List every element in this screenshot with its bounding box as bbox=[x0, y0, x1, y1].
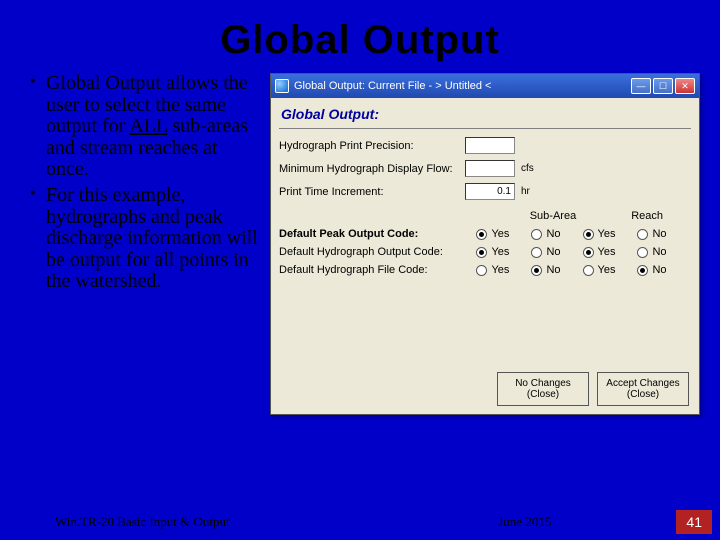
no-changes-l2: (Close) bbox=[527, 389, 559, 401]
minflow-unit: cfs bbox=[521, 163, 534, 174]
no-changes-button[interactable]: No Changes (Close) bbox=[497, 372, 589, 406]
footer-date: June 2015 bbox=[498, 514, 551, 530]
yes-label: Yes bbox=[491, 246, 509, 258]
no-label: No bbox=[652, 246, 666, 258]
window-controls: — ☐ ✕ bbox=[631, 78, 695, 94]
accept-changes-button[interactable]: Accept Changes (Close) bbox=[597, 372, 689, 406]
precision-label: Hydrograph Print Precision: bbox=[279, 140, 459, 152]
hydro-reach-no-radio[interactable] bbox=[637, 247, 648, 258]
button-bar: No Changes (Close) Accept Changes (Close… bbox=[497, 372, 689, 406]
time-row: Print Time Increment: hr bbox=[279, 183, 691, 200]
app-icon bbox=[275, 79, 289, 93]
hydro-sub-yes-radio[interactable] bbox=[476, 247, 487, 258]
divider bbox=[279, 128, 691, 129]
time-unit: hr bbox=[521, 186, 530, 197]
yes-label: Yes bbox=[491, 264, 509, 276]
accept-l1: Accept Changes bbox=[606, 378, 679, 390]
no-label: No bbox=[546, 246, 560, 258]
hydro-sub-no-radio[interactable] bbox=[531, 247, 542, 258]
hydro-output-row: Default Hydrograph Output Code: Yes No Y… bbox=[279, 246, 691, 258]
bullet-2: For this example, hydrographs and peak d… bbox=[30, 185, 260, 293]
peak-subarea-group: Yes No Yes No bbox=[464, 228, 679, 240]
yes-label: Yes bbox=[598, 264, 616, 276]
peak-output-label: Default Peak Output Code: bbox=[279, 228, 464, 240]
hydro-file-group: Yes No Yes No bbox=[464, 264, 679, 276]
window-title: Global Output: Current File - > Untitled… bbox=[294, 80, 631, 92]
footer: Win.TR-20 Basic Input & Output June 2015 bbox=[0, 514, 720, 530]
minflow-row: Minimum Hydrograph Display Flow: cfs bbox=[279, 160, 691, 177]
hydro-file-row: Default Hydrograph File Code: Yes No Yes… bbox=[279, 264, 691, 276]
close-button[interactable]: ✕ bbox=[675, 78, 695, 94]
bullet-1-all: ALL bbox=[129, 115, 167, 137]
no-changes-l1: No Changes bbox=[515, 378, 571, 390]
hydro-output-label: Default Hydrograph Output Code: bbox=[279, 246, 464, 258]
col-reach: Reach bbox=[631, 210, 663, 222]
yes-label: Yes bbox=[491, 228, 509, 240]
titlebar[interactable]: Global Output: Current File - > Untitled… bbox=[271, 74, 699, 98]
no-label: No bbox=[546, 264, 560, 276]
page-number: 41 bbox=[676, 510, 712, 534]
yes-label: Yes bbox=[598, 228, 616, 240]
slide-title: Global Output bbox=[0, 0, 720, 73]
footer-left: Win.TR-20 Basic Input & Output bbox=[55, 514, 230, 530]
peak-reach-yes-radio[interactable] bbox=[583, 229, 594, 240]
file-reach-no-radio[interactable] bbox=[637, 265, 648, 276]
time-input[interactable] bbox=[465, 183, 515, 200]
window-body: Global Output: Hydrograph Print Precisio… bbox=[271, 98, 699, 288]
no-label: No bbox=[546, 228, 560, 240]
hydro-reach-yes-radio[interactable] bbox=[583, 247, 594, 258]
minflow-input[interactable] bbox=[465, 160, 515, 177]
hydro-file-label: Default Hydrograph File Code: bbox=[279, 264, 464, 276]
col-subarea: Sub-Area bbox=[530, 210, 576, 222]
maximize-button[interactable]: ☐ bbox=[653, 78, 673, 94]
minflow-label: Minimum Hydrograph Display Flow: bbox=[279, 163, 459, 175]
peak-sub-yes-radio[interactable] bbox=[476, 229, 487, 240]
precision-row: Hydrograph Print Precision: bbox=[279, 137, 691, 154]
dialog-window: Global Output: Current File - > Untitled… bbox=[270, 73, 700, 415]
accept-l2: (Close) bbox=[627, 389, 659, 401]
file-sub-no-radio[interactable] bbox=[531, 265, 542, 276]
file-reach-yes-radio[interactable] bbox=[583, 265, 594, 276]
peak-output-row: Default Peak Output Code: Yes No Yes No bbox=[279, 228, 691, 240]
file-sub-yes-radio[interactable] bbox=[476, 265, 487, 276]
section-title: Global Output: bbox=[281, 106, 691, 122]
precision-input[interactable] bbox=[465, 137, 515, 154]
column-headers: Sub-Area Reach bbox=[279, 210, 691, 222]
no-label: No bbox=[652, 228, 666, 240]
time-label: Print Time Increment: bbox=[279, 186, 459, 198]
yes-label: Yes bbox=[598, 246, 616, 258]
content-area: Global Output allows the user to select … bbox=[0, 73, 720, 415]
hydro-output-group: Yes No Yes No bbox=[464, 246, 679, 258]
bullet-list: Global Output allows the user to select … bbox=[30, 73, 260, 415]
peak-reach-no-radio[interactable] bbox=[637, 229, 648, 240]
no-label: No bbox=[652, 264, 666, 276]
peak-sub-no-radio[interactable] bbox=[531, 229, 542, 240]
minimize-button[interactable]: — bbox=[631, 78, 651, 94]
bullet-1: Global Output allows the user to select … bbox=[30, 73, 260, 181]
